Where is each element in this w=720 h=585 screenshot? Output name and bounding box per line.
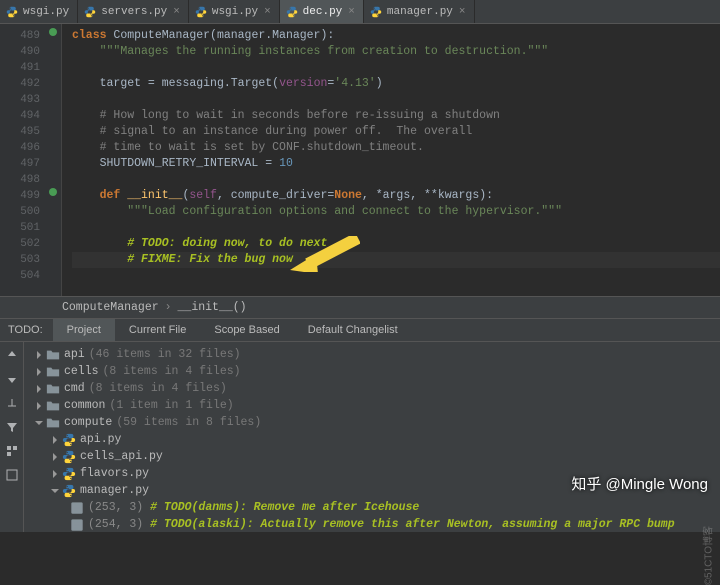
tab-label: manager.py <box>387 6 453 18</box>
breadcrumb-class[interactable]: ComputeManager <box>62 301 159 314</box>
tab-label: servers.py <box>101 6 167 18</box>
python-icon <box>62 467 76 481</box>
folder-icon <box>46 382 60 396</box>
editor-tab[interactable]: servers.py × <box>78 0 189 23</box>
todo-tab-default-changelist[interactable]: Default Changelist <box>294 319 412 341</box>
breadcrumb[interactable]: ComputeManager › __init__() <box>0 296 720 318</box>
up-icon[interactable] <box>5 348 19 362</box>
breadcrumb-method[interactable]: __init__() <box>178 301 247 314</box>
chevron-right-icon <box>34 401 44 411</box>
method-marker-icon <box>49 188 57 196</box>
tree-row-folder[interactable]: api(46 items in 32 files) <box>30 346 720 363</box>
todo-tab-scope-based[interactable]: Scope Based <box>200 319 293 341</box>
chevron-down-icon <box>50 486 60 496</box>
python-icon <box>84 6 96 18</box>
down-icon[interactable] <box>5 372 19 386</box>
todo-sidebar <box>0 342 24 532</box>
gutter-line-numbers: 4894904914924934944954964974984995005015… <box>0 24 44 296</box>
list-icon <box>70 518 84 532</box>
class-marker-icon <box>49 28 57 36</box>
gutter-markers <box>44 24 62 296</box>
chevron-right-icon <box>50 452 60 462</box>
python-icon <box>195 6 207 18</box>
chevron-right-icon <box>34 384 44 394</box>
watermark: 知乎 @Mingle Wong <box>571 473 708 494</box>
todo-entry[interactable]: (254, 3) # TODO(alaski): Actually remove… <box>30 516 720 532</box>
code-editor[interactable]: 4894904914924934944954964974984995005015… <box>0 24 720 296</box>
tab-label: wsgi.py <box>212 6 258 18</box>
close-icon[interactable]: × <box>264 6 271 18</box>
folder-icon <box>46 399 60 413</box>
tree-row-folder[interactable]: common(1 item in 1 file) <box>30 397 720 414</box>
preview-icon[interactable] <box>5 468 19 482</box>
code-content[interactable]: class ComputeManager(manager.Manager): "… <box>62 24 720 296</box>
python-icon <box>6 6 18 18</box>
chevron-right-icon <box>34 367 44 377</box>
close-icon[interactable]: × <box>173 6 180 18</box>
python-icon <box>286 6 298 18</box>
tree-row-file[interactable]: cells_api.py <box>30 448 720 465</box>
todo-panel-header: TODO: Project Current File Scope Based D… <box>0 318 720 342</box>
close-icon[interactable]: × <box>348 6 355 18</box>
python-icon <box>62 484 76 498</box>
editor-tab[interactable]: wsgi.py <box>0 0 78 23</box>
filter-icon[interactable] <box>5 420 19 434</box>
folder-icon <box>46 365 60 379</box>
todo-label: TODO: <box>0 324 53 336</box>
tree-row-folder[interactable]: compute(59 items in 8 files) <box>30 414 720 431</box>
chevron-right-icon <box>50 435 60 445</box>
tab-label: wsgi.py <box>23 6 69 18</box>
export-icon[interactable] <box>5 396 19 410</box>
corner-watermark: ©51CTO博客 <box>699 526 714 585</box>
chevron-right-icon <box>34 350 44 360</box>
chevron-right-icon: › <box>165 301 172 314</box>
todo-tree[interactable]: api(46 items in 32 files) cells(8 items … <box>24 342 720 532</box>
editor-tab[interactable]: wsgi.py × <box>189 0 280 23</box>
folder-icon <box>46 416 60 430</box>
python-icon <box>370 6 382 18</box>
editor-tab[interactable]: manager.py × <box>364 0 475 23</box>
editor-tabs: wsgi.py servers.py × wsgi.py × dec.py × man… <box>0 0 720 24</box>
group-icon[interactable] <box>5 444 19 458</box>
chevron-right-icon <box>50 469 60 479</box>
chevron-down-icon <box>34 418 44 428</box>
todo-tab-project[interactable]: Project <box>53 319 115 341</box>
todo-tab-current-file[interactable]: Current File <box>115 319 200 341</box>
python-icon <box>62 450 76 464</box>
editor-tab[interactable]: dec.py × <box>280 0 364 23</box>
todo-entry[interactable]: (253, 3) # TODO(danms): Remove me after … <box>30 499 720 516</box>
python-icon <box>62 433 76 447</box>
tree-row-file[interactable]: api.py <box>30 431 720 448</box>
folder-icon <box>46 348 60 362</box>
tree-row-folder[interactable]: cmd(8 items in 4 files) <box>30 380 720 397</box>
tab-label: dec.py <box>303 6 343 18</box>
close-icon[interactable]: × <box>459 6 466 18</box>
todo-panel: api(46 items in 32 files) cells(8 items … <box>0 342 720 532</box>
list-icon <box>70 501 84 515</box>
tree-row-folder[interactable]: cells(8 items in 4 files) <box>30 363 720 380</box>
